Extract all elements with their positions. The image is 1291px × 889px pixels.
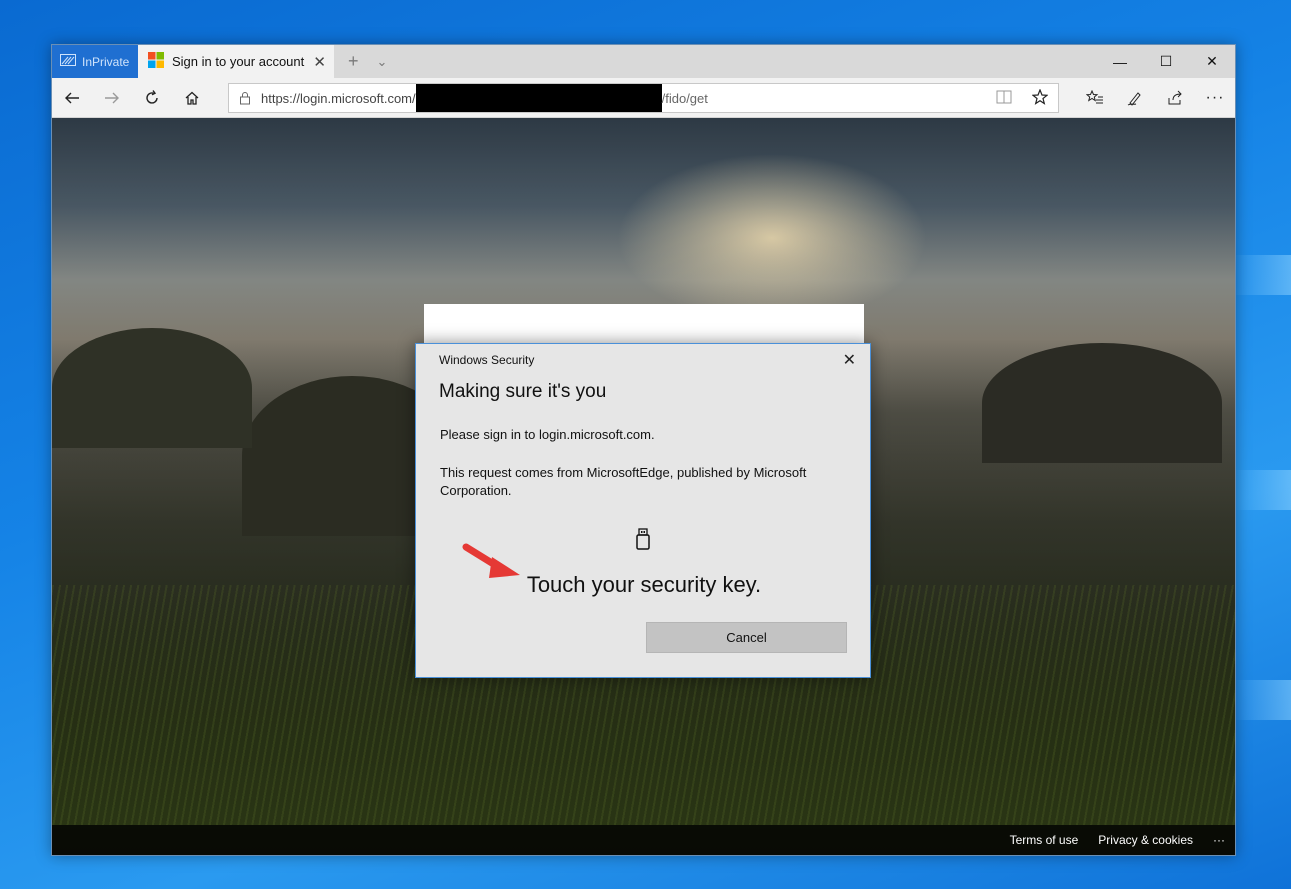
dialog-close-icon[interactable]: ✕ [843,350,856,370]
forward-arrow-icon [105,92,119,103]
inprivate-label: InPrivate [82,54,130,69]
footer-more-icon[interactable]: ··· [1213,833,1225,847]
address-bar[interactable]: https://login.microsoft.com/ /fido/get [228,83,1059,113]
cancel-button[interactable]: Cancel [646,622,847,653]
favorites-list-icon [1086,90,1103,104]
inprivate-icon [60,54,76,69]
back-button[interactable] [52,78,92,118]
dialog-app-name: Windows Security [439,353,535,367]
terms-of-use-link[interactable]: Terms of use [1010,833,1079,847]
refresh-icon [146,89,158,104]
tab-title: Sign in to your account [172,54,305,69]
url-prefix: https://login.microsoft.com/ [261,90,416,106]
page-footer: Terms of use Privacy & cookies ··· [52,825,1235,855]
desktop-light-streak [1231,470,1291,510]
favorite-star-icon[interactable] [1031,87,1049,108]
dialog-message-signin: Please sign in to login.microsoft.com. [440,427,655,442]
tab-close-icon[interactable]: ✕ [313,53,326,71]
ellipsis-icon: ··· [1205,89,1225,106]
pen-icon [1127,92,1141,106]
redacted-url-segment [415,84,662,112]
maximize-button[interactable]: ☐ [1143,45,1189,78]
refresh-button[interactable] [132,78,172,118]
close-window-button[interactable]: ✕ [1189,45,1235,78]
desktop-light-streak [1231,255,1291,295]
home-icon [185,91,199,105]
tab-sign-in[interactable]: Sign in to your account ✕ [138,45,334,78]
web-note-button[interactable] [1115,78,1155,118]
home-button[interactable] [172,78,212,118]
reading-view-icon[interactable] [996,90,1012,107]
privacy-cookies-link[interactable]: Privacy & cookies [1098,833,1193,847]
microsoft-logo-icon [148,52,164,71]
forward-button[interactable] [92,78,132,118]
security-key-icon [635,528,651,557]
tab-bar: InPrivate Sign in to your account ✕ + ⌄ … [52,45,1235,78]
dialog-title: Making sure it's you [439,381,607,402]
more-options-button[interactable]: ··· [1195,78,1235,118]
share-button[interactable] [1155,78,1195,118]
annotation-arrow-icon [462,543,520,578]
back-arrow-icon [65,92,79,103]
share-icon [1168,90,1182,105]
navigation-bar: https://login.microsoft.com/ /fido/get ·… [52,78,1235,118]
background-hill [52,328,252,448]
windows-security-dialog: Windows Security ✕ Making sure it's you … [415,343,871,678]
lock-icon[interactable] [229,91,261,105]
desktop-light-streak [1231,680,1291,720]
favorites-hub-button[interactable] [1075,78,1115,118]
background-hill [982,343,1222,463]
chevron-down-icon[interactable]: ⌄ [377,54,388,70]
dialog-message-origin: This request comes from MicrosoftEdge, p… [440,465,807,498]
minimize-button[interactable]: — [1097,45,1143,78]
new-tab-icon[interactable]: + [348,51,359,72]
url-suffix: /fido/get [661,90,708,106]
inprivate-indicator[interactable]: InPrivate [52,45,138,78]
